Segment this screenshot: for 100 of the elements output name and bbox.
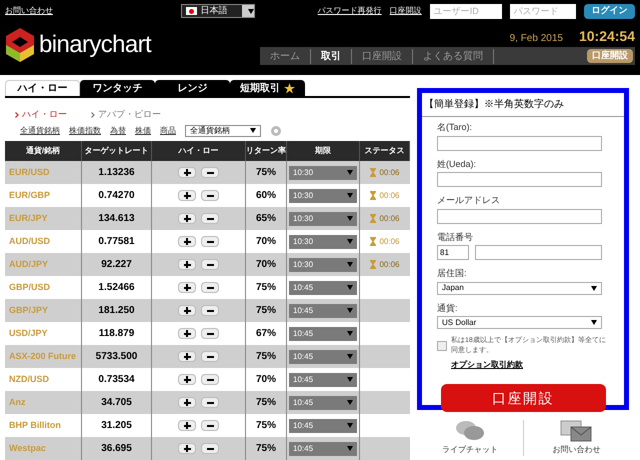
high-button[interactable] [178,167,196,178]
return-rate-cell: 75% [246,437,287,460]
low-button[interactable] [201,443,219,454]
high-button[interactable] [178,328,196,339]
filter-link[interactable]: 商品 [160,124,176,137]
high-button[interactable] [178,213,196,224]
language-select[interactable]: 日本語 [180,4,255,18]
caret-icon [347,400,353,405]
status-countdown: 00:06 [379,236,400,248]
text-field[interactable] [437,172,602,187]
high-button[interactable] [178,305,196,316]
expiry-select[interactable]: 10:45 [289,280,357,294]
signup-title: 【簡単登録】※半角英数字のみ [422,93,624,117]
expiry-select[interactable]: 10:45 [289,326,357,340]
high-button[interactable] [178,351,196,362]
dropdown-select[interactable]: Japan [437,282,602,294]
status-countdown: 00:06 [379,258,400,270]
field-label: 名(Taro): [437,121,474,134]
country-code-field[interactable]: 81 [437,245,469,260]
expiry-select[interactable]: 10:45 [289,372,357,386]
low-button[interactable] [201,397,219,408]
caret-icon [347,423,353,428]
nav-tab[interactable]: 口座開設 [352,48,413,64]
expiry-select[interactable]: 10:30 [289,258,357,272]
filter-select[interactable]: 全通貨銘柄 [185,124,261,137]
nav-tab[interactable]: よくある質問 [413,48,494,64]
caret-icon [347,354,353,359]
low-button[interactable] [201,374,219,385]
password-field[interactable]: パスワード [510,4,576,18]
hourglass-icon [370,237,376,246]
consent-checkbox[interactable] [437,341,447,351]
filter-link[interactable]: 株価 [135,124,151,137]
high-button[interactable] [178,397,196,408]
text-field[interactable] [437,136,602,150]
trade-tab[interactable]: 短期取引 [230,80,305,96]
expiry-select[interactable]: 10:45 [289,442,357,456]
header-link[interactable]: パスワード再発行 [318,5,382,17]
low-button[interactable] [201,282,219,293]
high-button[interactable] [178,443,196,454]
low-button[interactable] [201,328,219,339]
date-text: 9, Feb 2015 [510,32,563,46]
hourglass-icon [370,168,376,177]
expiry-select[interactable]: 10:30 [289,188,357,202]
filter-link[interactable]: 株価指数 [69,124,101,137]
caret-icon [347,239,353,244]
expiry-select[interactable]: 10:45 [289,304,357,318]
footer-link[interactable]: お問い合わせ [522,420,629,456]
subtab-link[interactable]: ハイ・ロー [22,108,67,122]
filter-link[interactable]: 為替 [110,124,126,137]
expiry-select[interactable]: 10:30 [289,212,357,226]
phone-field[interactable] [475,245,602,260]
caret-icon [347,285,353,290]
brand-logo-text: binarychart [39,30,152,60]
expiry-select[interactable]: 10:30 [289,234,357,248]
low-button[interactable] [201,190,219,201]
clock-time: 10:24:54 [578,27,635,46]
low-button[interactable] [201,420,219,431]
trade-tab[interactable]: ワンタッチ [80,80,155,96]
caret-icon [591,286,597,290]
low-button[interactable] [201,236,219,247]
high-button[interactable] [178,190,196,201]
footer-link[interactable]: ライブチャット [417,420,522,456]
low-button[interactable] [201,305,219,316]
low-button[interactable] [201,167,219,178]
nav-tab[interactable]: ホーム [260,48,311,64]
low-button[interactable] [201,351,219,362]
contact-link[interactable]: お問い合わせ [5,5,173,17]
expiry-select[interactable]: 10:30 [289,166,357,180]
symbol-cell: Westpac [5,437,82,460]
text-field[interactable] [437,208,602,224]
submit-button[interactable]: 口座開設 [440,384,606,412]
expiry-select[interactable]: 10:45 [289,396,357,410]
trade-tab[interactable]: レンジ [155,80,230,96]
low-button[interactable] [201,259,219,270]
login-button[interactable]: ログイン [584,4,635,18]
dropdown-select[interactable]: US Dollar [437,316,602,329]
high-button[interactable] [178,236,196,247]
expiry-select[interactable]: 10:45 [289,350,357,364]
trade-tab[interactable]: ハイ・ロー [5,80,80,96]
status-countdown: 00:06 [379,190,400,202]
expiry-select[interactable]: 10:45 [289,418,357,432]
hourglass-icon [370,191,376,200]
nav-tab[interactable]: 取引 [311,48,352,64]
user-id-field[interactable]: ユーザーID [430,4,502,18]
high-button[interactable] [178,259,196,270]
caret-icon [347,262,353,267]
low-button[interactable] [201,213,219,224]
caret-icon [591,320,597,325]
hourglass-icon [370,260,376,269]
chevron-icon [15,112,19,118]
high-button[interactable] [178,420,196,431]
subtab-link[interactable]: アバブ・ビロー [98,108,161,122]
terms-link[interactable]: オプション取引約款 [451,359,609,371]
high-button[interactable] [178,282,196,293]
high-button[interactable] [178,374,196,385]
field-label: メールアドレス [437,194,501,207]
filter-link[interactable]: 全通貨銘柄 [20,124,60,137]
caret-icon [248,8,254,14]
header-link[interactable]: 口座開設 [390,5,422,17]
field-label: 通貨: [437,302,459,314]
